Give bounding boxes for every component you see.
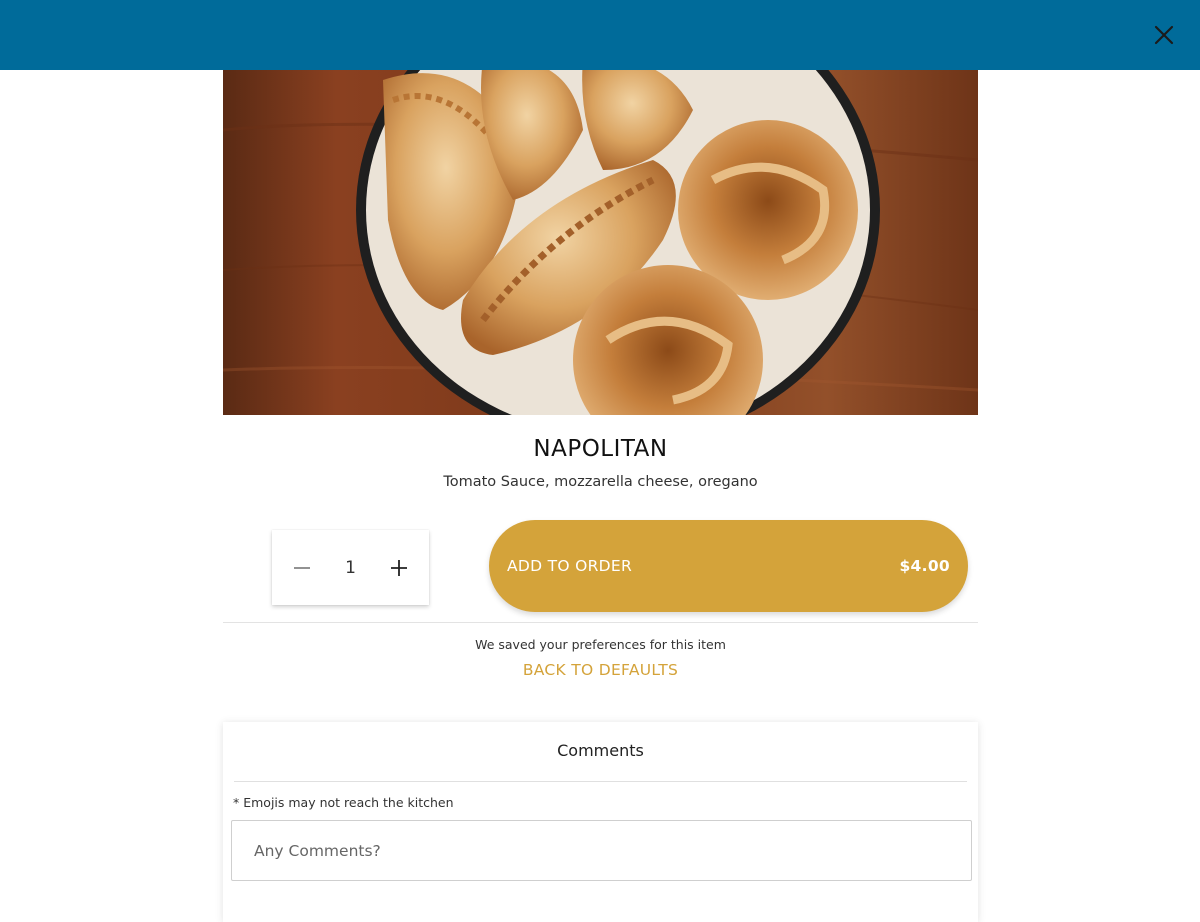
top-bar: [0, 0, 1200, 70]
add-to-order-price: $4.00: [899, 557, 950, 575]
quantity-stepper: 1: [272, 530, 429, 605]
quantity-value: 1: [345, 557, 356, 578]
increment-button[interactable]: [387, 556, 411, 580]
close-icon: [1154, 25, 1174, 45]
add-to-order-button[interactable]: ADD TO ORDER $4.00: [489, 520, 968, 612]
back-to-defaults-link[interactable]: BACK TO DEFAULTS: [223, 661, 978, 679]
comments-divider: [234, 781, 967, 782]
saved-preferences-note: We saved your preferences for this item: [475, 637, 726, 652]
item-image: [223, 70, 978, 415]
comments-input[interactable]: [231, 820, 972, 881]
item-description: Tomato Sauce, mozzarella cheese, oregano: [443, 474, 758, 490]
add-to-order-label: ADD TO ORDER: [507, 557, 633, 575]
comments-title: Comments: [557, 741, 644, 760]
plus-icon: [390, 559, 407, 576]
comments-card: Comments * Emojis may not reach the kitc…: [223, 722, 978, 922]
item-name: NAPOLITAN: [533, 436, 668, 462]
close-button[interactable]: [1152, 23, 1176, 47]
decrement-button[interactable]: [290, 556, 314, 580]
emoji-note: * Emojis may not reach the kitchen: [233, 795, 454, 810]
section-divider: [223, 622, 978, 623]
minus-icon: [294, 566, 310, 569]
